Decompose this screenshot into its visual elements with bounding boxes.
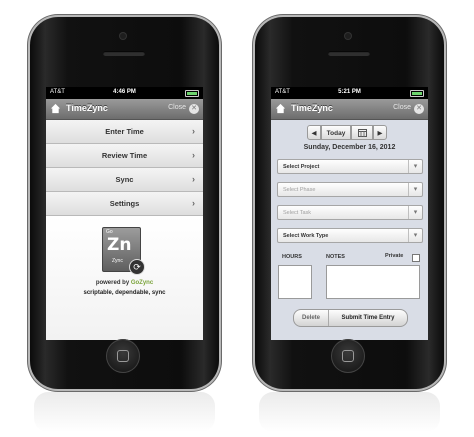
- powered-by-label: powered by: [95, 280, 130, 286]
- chevron-left-icon: ◀: [311, 130, 317, 137]
- clock-label: 4:46 PM: [113, 89, 136, 95]
- chevron-down-icon: ▾: [408, 229, 422, 242]
- chevron-right-icon: ▶: [377, 130, 383, 137]
- close-label[interactable]: Close: [168, 104, 186, 111]
- chevron-down-icon: ▾: [408, 206, 422, 219]
- selected-date: Sunday, December 16, 2012: [303, 144, 396, 151]
- hours-input[interactable]: [278, 265, 312, 299]
- main-menu: Enter Time › Review Time › Sync › Settin…: [46, 120, 203, 216]
- left-phone-reflection: [34, 392, 215, 432]
- calendar-icon: [357, 129, 367, 137]
- menu-item-label: Sync: [115, 175, 134, 184]
- home-icon[interactable]: [50, 103, 61, 114]
- time-entry-form: ◀ Today ▶ Sunday, December 16, 2012 Sele…: [271, 120, 428, 340]
- home-square-icon: [342, 350, 354, 362]
- hours-label: HOURS: [282, 254, 302, 260]
- right-phone: AT&T 5:21 PM TimeZync Close ✕ ◀ Today ▶ …: [255, 17, 444, 389]
- chevron-right-icon: ›: [192, 150, 195, 160]
- calendar-button[interactable]: [351, 125, 373, 140]
- home-square-icon: [117, 350, 129, 362]
- chevron-down-icon: ▾: [408, 160, 422, 173]
- logo-symbol: Zn: [107, 235, 132, 255]
- app-title: TimeZync: [291, 103, 333, 113]
- clock-label: 5:21 PM: [338, 89, 361, 95]
- gozync-logo: Go Zn Zync ⟳: [102, 227, 145, 275]
- title-bar: TimeZync Close ✕: [46, 99, 203, 120]
- left-screen: AT&T 4:46 PM TimeZync Close ✕ Enter Time…: [46, 87, 203, 340]
- date-navigation: ◀ Today ▶: [307, 125, 393, 140]
- chevron-right-icon: ›: [192, 198, 195, 208]
- menu-item-settings[interactable]: Settings ›: [46, 192, 203, 216]
- menu-item-review-time[interactable]: Review Time ›: [46, 144, 203, 168]
- menu-item-sync[interactable]: Sync ›: [46, 168, 203, 192]
- select-work-type-label: Select Work Type: [283, 233, 329, 239]
- menu-item-label: Review Time: [101, 151, 148, 160]
- select-task-label: Select Task: [283, 210, 312, 216]
- previous-day-button[interactable]: ◀: [307, 125, 321, 140]
- status-bar: AT&T 5:21 PM: [271, 87, 428, 99]
- home-button[interactable]: [331, 339, 365, 373]
- earpiece-speaker: [328, 51, 370, 56]
- earpiece-speaker: [103, 51, 145, 56]
- home-icon[interactable]: [275, 103, 286, 114]
- battery-icon: [410, 90, 424, 97]
- front-camera: [120, 33, 126, 39]
- chevron-down-icon: ▾: [408, 183, 422, 196]
- select-work-type[interactable]: Select Work Type ▾: [277, 228, 423, 243]
- menu-item-enter-time[interactable]: Enter Time ›: [46, 120, 203, 144]
- select-phase[interactable]: Select Phase ▾: [277, 182, 423, 197]
- chevron-right-icon: ›: [192, 174, 195, 184]
- private-label: Private: [385, 253, 404, 259]
- home-button[interactable]: [106, 339, 140, 373]
- menu-item-label: Settings: [109, 199, 140, 208]
- select-project[interactable]: Select Project ▾: [277, 159, 423, 174]
- submit-time-entry-button[interactable]: Submit Time Entry: [329, 310, 407, 326]
- sync-icon: ⟳: [129, 259, 145, 275]
- today-button[interactable]: Today: [321, 125, 351, 140]
- delete-button[interactable]: Delete: [294, 310, 329, 326]
- title-bar: TimeZync Close ✕: [271, 99, 428, 120]
- battery-icon: [185, 90, 199, 97]
- notes-textarea[interactable]: [326, 265, 420, 299]
- brand-area: Go Zn Zync ⟳ powered by GoZync scriptabl…: [46, 216, 203, 340]
- notes-label: NOTES: [326, 254, 345, 260]
- entry-actions: Delete Submit Time Entry: [293, 309, 408, 327]
- close-label[interactable]: Close: [393, 104, 411, 111]
- app-title: TimeZync: [66, 103, 108, 113]
- menu-item-label: Enter Time: [105, 127, 144, 136]
- select-project-label: Select Project: [283, 164, 320, 170]
- chevron-right-icon: ›: [192, 126, 195, 136]
- right-screen: AT&T 5:21 PM TimeZync Close ✕ ◀ Today ▶ …: [271, 87, 428, 340]
- next-day-button[interactable]: ▶: [373, 125, 387, 140]
- right-phone-reflection: [259, 392, 440, 432]
- front-camera: [345, 33, 351, 39]
- private-checkbox[interactable]: [412, 254, 420, 262]
- close-icon[interactable]: ✕: [189, 104, 199, 114]
- status-bar: AT&T 4:46 PM: [46, 87, 203, 99]
- select-task[interactable]: Select Task ▾: [277, 205, 423, 220]
- tagline: scriptable, dependable, sync: [83, 290, 166, 296]
- left-phone: AT&T 4:46 PM TimeZync Close ✕ Enter Time…: [30, 17, 219, 389]
- powered-by-brand: GoZync: [130, 280, 154, 286]
- close-icon[interactable]: ✕: [414, 104, 424, 114]
- select-phase-label: Select Phase: [283, 187, 316, 193]
- logo-name: Zync: [112, 258, 123, 264]
- powered-by-text: powered by GoZync: [46, 280, 203, 286]
